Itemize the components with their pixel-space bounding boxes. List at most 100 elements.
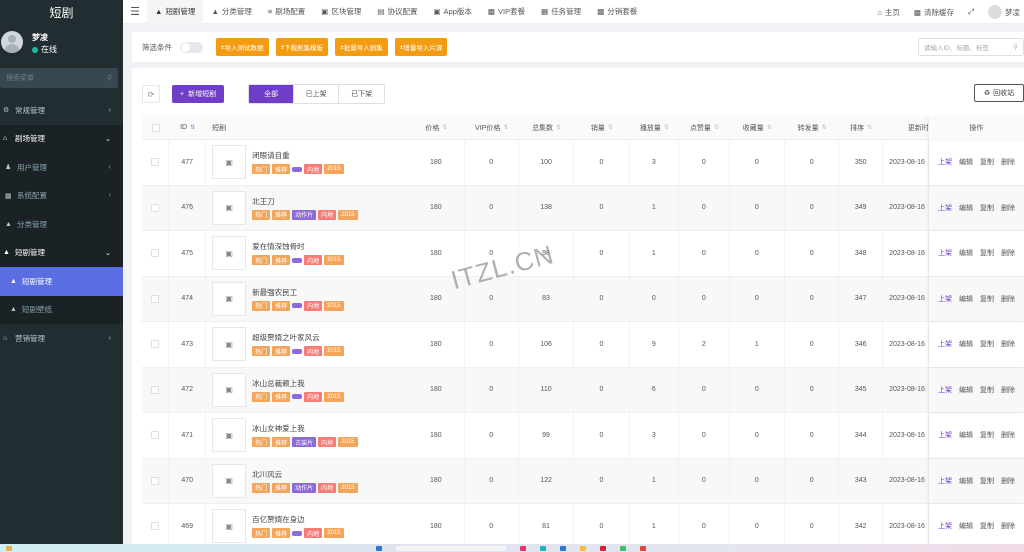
row-checkbox[interactable] (151, 431, 160, 440)
status-tab-unlisted[interactable]: 已下架 (339, 85, 385, 103)
edit-action[interactable]: 编辑 (959, 339, 973, 349)
copy-action[interactable]: 复制 (980, 430, 994, 440)
col-sales[interactable]: 销量 ⇅ (574, 116, 629, 140)
row-checkbox[interactable] (151, 158, 160, 167)
sidebar-item-drama-management[interactable]: ▲ 短剧管理 (0, 267, 123, 296)
row-checkbox[interactable] (151, 476, 160, 485)
delete-action[interactable]: 删除 (1001, 339, 1015, 349)
status-tab-all[interactable]: 全部 (249, 85, 295, 103)
tab-vip-plans[interactable]: ▩ VIP套餐 (480, 0, 533, 24)
incremental-import-button[interactable]: ± 增量导入片源 (394, 38, 448, 56)
status-tab-listed[interactable]: 已上架 (294, 85, 340, 103)
edit-action[interactable]: 编辑 (959, 521, 973, 531)
add-drama-button[interactable]: + 新增短剧 (172, 85, 225, 103)
tab-drama-management[interactable]: ▲ 短剧管理 (147, 0, 204, 24)
cover-image-icon[interactable]: ▣ (212, 463, 247, 498)
download-template-button[interactable]: ± 下载剧集模板 (275, 38, 329, 56)
delete-action[interactable]: 删除 (1001, 385, 1015, 395)
app-icon[interactable] (600, 545, 606, 551)
recycle-bin-button[interactable]: ♻ 回收站 (974, 84, 1024, 102)
menu-toggle-icon[interactable]: ☰ (123, 5, 147, 18)
delete-action[interactable]: 删除 (1001, 294, 1015, 304)
list-action[interactable]: 上架 (938, 476, 952, 486)
delete-action[interactable]: 删除 (1001, 521, 1015, 531)
col-sort[interactable]: 排序 ⇅ (839, 116, 883, 140)
batch-import-button[interactable]: ± 批量导入剧集 (335, 38, 388, 56)
copy-action[interactable]: 复制 (980, 339, 994, 349)
copy-action[interactable]: 复制 (980, 294, 994, 304)
edit-action[interactable]: 编辑 (959, 476, 973, 486)
row-checkbox[interactable] (151, 294, 160, 303)
sort-icon[interactable]: ⇅ (767, 124, 772, 131)
cover-image-icon[interactable]: ▣ (212, 145, 247, 180)
copy-action[interactable]: 复制 (980, 157, 994, 167)
sidebar-item-drama-group[interactable]: ▲ 短剧管理 ⌄ (0, 238, 123, 267)
edit-action[interactable]: 编辑 (959, 248, 973, 258)
tab-blocks[interactable]: ▣ 区块管理 (313, 0, 369, 24)
sort-icon[interactable]: ⇅ (714, 124, 719, 131)
col-likes[interactable]: 点赞量 ⇅ (679, 116, 729, 140)
sidebar-item-categories[interactable]: ▲ 分类管理 (0, 210, 123, 239)
app-icon[interactable] (620, 545, 626, 551)
delete-action[interactable]: 删除 (1001, 248, 1015, 258)
delete-action[interactable]: 删除 (1001, 203, 1015, 213)
edit-action[interactable]: 编辑 (959, 157, 973, 167)
list-action[interactable]: 上架 (938, 385, 952, 395)
tab-tasks[interactable]: ▦ 任务管理 (533, 0, 589, 24)
copy-action[interactable]: 复制 (980, 521, 994, 531)
cover-image-icon[interactable]: ▣ (212, 372, 247, 407)
delete-action[interactable]: 删除 (1001, 430, 1015, 440)
sort-icon[interactable]: ⇅ (190, 124, 195, 131)
edit-action[interactable]: 编辑 (959, 430, 973, 440)
sort-icon[interactable]: ⇅ (442, 124, 447, 131)
cover-image-icon[interactable]: ▣ (212, 236, 247, 271)
tab-distribution-plans[interactable]: ▩ 分销套餐 (589, 0, 645, 24)
sidebar-item-system-config[interactable]: ▦ 系统配置 ‹ (0, 181, 123, 210)
list-action[interactable]: 上架 (938, 203, 952, 213)
fullscreen-button[interactable]: ⤢ (968, 7, 974, 17)
import-test-data-button[interactable]: ± 导入测试数据 (216, 38, 269, 56)
col-total-episodes[interactable]: 总集数 ⇅ (519, 116, 574, 140)
cover-image-icon[interactable]: ▣ (212, 327, 247, 362)
sort-icon[interactable]: ⇅ (556, 124, 561, 131)
list-action[interactable]: 上架 (938, 294, 952, 304)
app-icon[interactable] (560, 545, 566, 551)
sort-icon[interactable]: ⇅ (822, 124, 827, 131)
app-icon[interactable] (540, 545, 546, 551)
col-id[interactable]: ID ⇅ (169, 116, 206, 140)
row-checkbox[interactable] (151, 249, 160, 258)
col-favorites[interactable]: 收藏量 ⇅ (730, 116, 785, 140)
edit-action[interactable]: 编辑 (959, 294, 973, 304)
tab-theater-config[interactable]: ≡ 剧场配置 (260, 0, 313, 24)
list-action[interactable]: 上架 (938, 521, 952, 531)
sort-icon[interactable]: ⇅ (664, 124, 669, 131)
col-price[interactable]: 价格 ⇅ (408, 116, 464, 140)
copy-action[interactable]: 复制 (980, 476, 994, 486)
edit-action[interactable]: 编辑 (959, 385, 973, 395)
start-icon[interactable] (376, 545, 382, 551)
filter-toggle[interactable] (180, 41, 203, 53)
app-icon[interactable] (520, 545, 526, 551)
sidebar-item-theater[interactable]: ⌂ 剧场管理 ⌄ (0, 124, 123, 153)
sidebar-item-general[interactable]: ⚙ 常规管理 ‹ (0, 96, 123, 125)
row-checkbox[interactable] (151, 522, 160, 531)
search-bar-icon[interactable] (396, 545, 506, 551)
sort-icon[interactable]: ⇅ (503, 124, 508, 131)
cover-image-icon[interactable]: ▣ (212, 418, 247, 453)
row-checkbox[interactable] (151, 203, 160, 212)
list-action[interactable]: 上架 (938, 157, 952, 167)
cover-image-icon[interactable]: ▣ (212, 509, 247, 544)
select-all-checkbox[interactable] (151, 123, 160, 132)
tab-agreement[interactable]: ▤ 协议配置 (369, 0, 425, 24)
copy-action[interactable]: 复制 (980, 385, 994, 395)
search-input[interactable]: 请输入ID、标题、标签 ⚲ (918, 38, 1024, 56)
col-vip-price[interactable]: VIP价格 ⇅ (465, 116, 519, 140)
menu-search-input[interactable]: 搜索菜单 ⚲ (0, 68, 118, 88)
delete-action[interactable]: 删除 (1001, 476, 1015, 486)
list-action[interactable]: 上架 (938, 430, 952, 440)
sidebar-item-marketing[interactable]: ⌂ 营销管理 ‹ (0, 324, 123, 353)
clear-cache-button[interactable]: ▩ 清除缓存 (914, 7, 954, 18)
row-checkbox[interactable] (151, 385, 160, 394)
cover-image-icon[interactable]: ▣ (212, 281, 247, 316)
col-shares[interactable]: 转发量 ⇅ (785, 116, 839, 140)
